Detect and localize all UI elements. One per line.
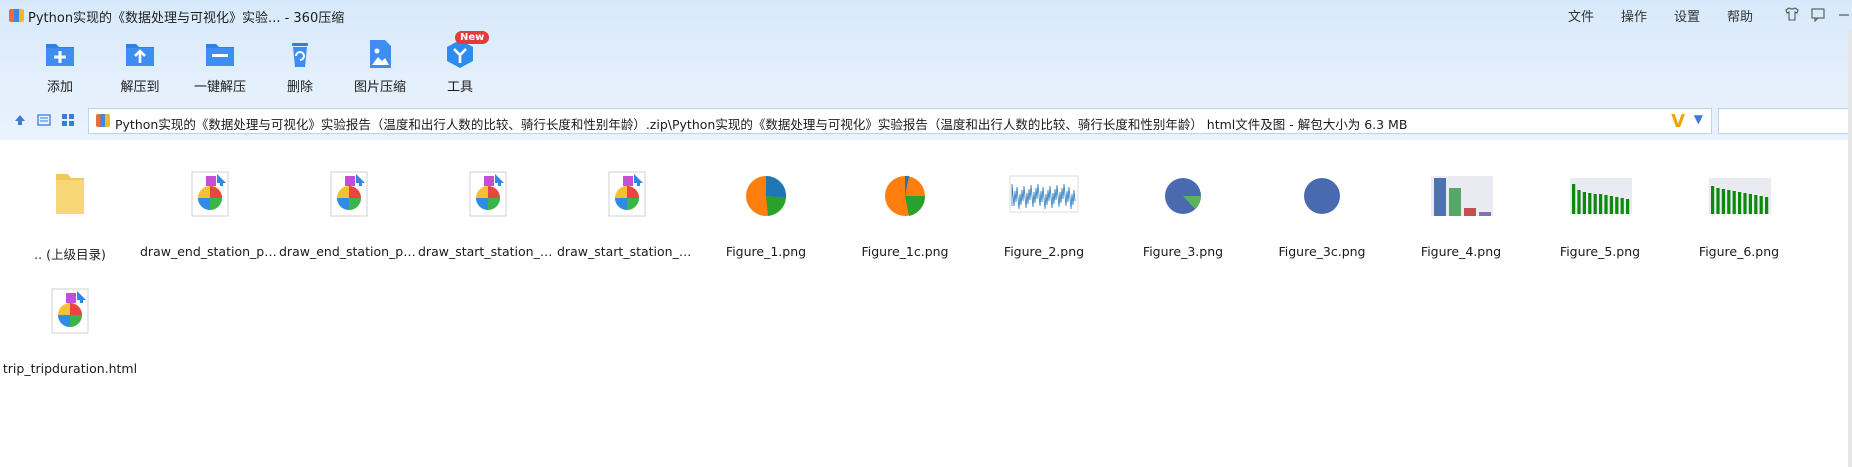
image-thumbnail xyxy=(1143,166,1223,222)
address-bar[interactable]: Python实现的《数据处理与可视化》实验报告（温度和出行人数的比较、骑行长度和… xyxy=(88,108,1712,134)
window-controls xyxy=(1784,6,1852,23)
address-path: Python实现的《数据处理与可视化》实验报告（温度和出行人数的比较、骑行长度和… xyxy=(115,117,1408,132)
file-item[interactable]: draw_start_station_po... xyxy=(418,140,558,259)
up-arrow-icon[interactable] xyxy=(12,113,28,129)
extract-to-button[interactable]: 解压到 xyxy=(100,36,180,96)
v-badge[interactable]: V xyxy=(1671,111,1685,132)
menu-operate[interactable]: 操作 xyxy=(1621,6,1647,25)
menu-help[interactable]: 帮助 xyxy=(1727,6,1753,25)
file-item[interactable]: Figure_1.png xyxy=(696,140,836,259)
file-name: draw_start_station_po... xyxy=(418,244,558,259)
extract-to-label: 解压到 xyxy=(120,80,160,95)
file-item[interactable]: Figure_3.png xyxy=(1113,140,1253,259)
image-compress-label: 图片压缩 xyxy=(353,80,406,95)
file-name: Figure_3.png xyxy=(1142,244,1224,259)
file-item[interactable]: trip_tripduration.html xyxy=(0,257,140,376)
detail-view-icon[interactable] xyxy=(36,113,52,129)
file-item[interactable]: Figure_2.png xyxy=(974,140,1114,259)
file-name: Figure_3c.png xyxy=(1278,244,1366,259)
file-name: Figure_5.png xyxy=(1559,244,1641,259)
html-file-icon xyxy=(309,166,389,222)
add-button[interactable]: 添加 xyxy=(20,36,100,96)
app-window: Python实现的《数据处理与可视化》实验... - 360压缩 文件 操作 设… xyxy=(0,0,1852,467)
tools-label: 工具 xyxy=(446,80,473,95)
file-item[interactable]: draw_start_station_p... xyxy=(557,140,697,259)
delete-button[interactable]: 删除 xyxy=(260,36,340,96)
menu-file[interactable]: 文件 xyxy=(1568,6,1594,25)
toolbar: 添加 解压到 一键解压 删除 图片压缩 工具 xyxy=(20,36,500,96)
delete-label: 删除 xyxy=(286,80,313,95)
scrollbar[interactable] xyxy=(1848,30,1852,467)
skin-shirt-icon[interactable] xyxy=(1784,6,1800,22)
file-list: .. (上级目录) draw_end_station_po... draw_end_… xyxy=(0,140,1852,467)
tools-button[interactable]: 工具 xyxy=(420,36,500,96)
minimize-icon[interactable] xyxy=(1836,6,1852,22)
delete-icon xyxy=(282,36,318,72)
search-input[interactable] xyxy=(1718,108,1852,134)
file-name: Figure_2.png xyxy=(1003,244,1085,259)
menu-settings[interactable]: 设置 xyxy=(1674,6,1700,25)
image-compress-button[interactable]: 图片压缩 xyxy=(340,36,420,96)
feedback-icon[interactable] xyxy=(1810,6,1826,23)
folder-icon xyxy=(30,166,110,222)
address-row: Python实现的《数据处理与可视化》实验报告（温度和出行人数的比较、骑行长度和… xyxy=(0,106,1852,136)
window-title: Python实现的《数据处理与可视化》实验... - 360压缩 xyxy=(28,11,345,26)
html-file-icon xyxy=(448,166,528,222)
add-label: 添加 xyxy=(46,80,73,95)
html-file-icon xyxy=(170,166,250,222)
one-click-extract-icon xyxy=(202,36,238,72)
file-item[interactable]: Figure_1c.png xyxy=(835,140,975,259)
file-item[interactable]: Figure_6.png xyxy=(1669,140,1809,259)
image-thumbnail xyxy=(1699,166,1779,222)
file-item[interactable]: draw_end_station_po... xyxy=(279,140,419,259)
new-badge: New xyxy=(455,31,490,44)
extract-to-icon xyxy=(122,36,158,72)
image-compress-icon xyxy=(362,36,398,72)
thumbnail-view-icon[interactable] xyxy=(60,113,76,129)
file-name: Figure_6.png xyxy=(1698,244,1780,259)
file-name: Figure_1.png xyxy=(725,244,807,259)
image-thumbnail xyxy=(1421,166,1501,222)
app-logo-icon xyxy=(9,9,24,22)
menu-bar: 文件 操作 设置 帮助 xyxy=(1568,6,1780,25)
one-click-extract-button[interactable]: 一键解压 xyxy=(180,36,260,96)
file-name: Figure_4.png xyxy=(1420,244,1502,259)
image-thumbnail xyxy=(865,166,945,222)
file-name: draw_end_station_po... xyxy=(279,244,419,259)
file-item[interactable]: Figure_5.png xyxy=(1530,140,1670,259)
top-chrome: Python实现的《数据处理与可视化》实验... - 360压缩 文件 操作 设… xyxy=(0,0,1852,140)
title-bar: Python实现的《数据处理与可视化》实验... - 360压缩 文件 操作 设… xyxy=(0,0,1852,30)
file-item[interactable]: .. (上级目录) xyxy=(0,140,140,262)
html-file-icon xyxy=(30,283,110,339)
file-name: draw_end_station_po... xyxy=(140,244,280,259)
add-archive-icon xyxy=(42,36,78,72)
file-name: trip_tripduration.html xyxy=(2,361,138,376)
nav-buttons xyxy=(12,113,76,129)
file-name: draw_start_station_p... xyxy=(557,244,697,259)
file-item[interactable]: draw_end_station_po... xyxy=(140,140,280,259)
image-thumbnail xyxy=(726,166,806,222)
image-thumbnail xyxy=(1004,166,1084,222)
image-thumbnail xyxy=(1560,166,1640,222)
file-name: Figure_1c.png xyxy=(861,244,949,259)
image-thumbnail xyxy=(1282,166,1362,222)
archive-icon xyxy=(96,114,110,127)
chevron-down-icon[interactable]: ▼ xyxy=(1694,112,1703,126)
one-click-extract-label: 一键解压 xyxy=(193,80,246,95)
html-file-icon xyxy=(587,166,667,222)
file-item[interactable]: Figure_3c.png xyxy=(1252,140,1392,259)
file-item[interactable]: Figure_4.png xyxy=(1391,140,1531,259)
